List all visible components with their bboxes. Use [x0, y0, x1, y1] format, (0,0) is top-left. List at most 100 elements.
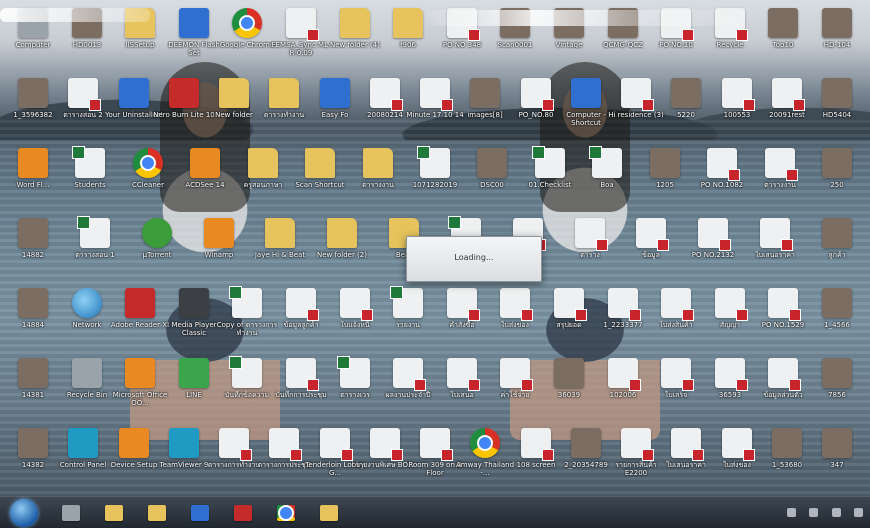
desktop-icon[interactable]: ใบเสนอราคา — [746, 218, 804, 282]
desktop-icon[interactable]: 14381 — [4, 358, 62, 422]
desktop-icon[interactable]: ลูกค้า — [808, 218, 866, 282]
desktop-icon-label: PO NO.1529 — [761, 321, 805, 329]
tray-icon[interactable] — [854, 508, 864, 517]
desktop-icon[interactable]: บันทึกข้อความ — [218, 356, 276, 422]
desktop-icon[interactable]: images[8] — [456, 78, 514, 142]
desktop-icon[interactable]: สรุปยอด — [540, 288, 598, 352]
start-button[interactable] — [10, 499, 38, 527]
desktop-icon[interactable]: PO NO.1082 — [693, 148, 751, 212]
desktop-icon[interactable]: New folder (2) — [313, 218, 371, 282]
desktop-icon[interactable]: 36039 — [540, 358, 598, 422]
desktop-icon[interactable]: ข้อมูลลูกค้า — [272, 288, 330, 352]
desktop-icon[interactable]: µTorrent — [128, 218, 186, 282]
desktop-icon[interactable]: Students — [61, 146, 119, 212]
desktop-icon[interactable]: HD5404 — [808, 78, 866, 142]
desktop-icon[interactable]: ครูสอนภาษา — [234, 148, 292, 212]
taskbar-folder-button[interactable] — [140, 501, 174, 524]
desktop-icon[interactable]: 250 — [808, 148, 866, 212]
desktop-icon[interactable]: New folder (4) — [326, 8, 384, 72]
desktop-icon[interactable]: DSC00 — [463, 148, 521, 212]
tray-icon[interactable] — [786, 508, 796, 517]
desktop-icon[interactable]: FEMSA_Sync ML-R-0.09 — [272, 8, 330, 72]
desktop-icon[interactable]: Jaye Hi & Beat — [251, 218, 309, 282]
desktop-icon-label: 36039 — [557, 391, 581, 399]
desktop-icon[interactable]: ตารางงาน — [751, 148, 809, 212]
desktop-icon[interactable]: ตารางสอน 1 — [66, 216, 124, 282]
desktop-icon[interactable]: 347 — [808, 428, 866, 492]
desktop-icon[interactable]: ข้อมูลส่วนตัว — [754, 358, 812, 422]
system-tray[interactable] — [780, 497, 870, 528]
desktop-icon[interactable]: Recycle Bin — [58, 358, 116, 422]
desktop-icon[interactable]: ค่าใช้จ่าย — [486, 358, 544, 422]
desktop-icon[interactable]: ตาราง — [561, 218, 619, 282]
desktop-icon[interactable]: Control Panel — [54, 428, 112, 492]
desktop-icon[interactable]: ข้อมูล — [622, 218, 680, 282]
desktop-icon[interactable]: 1_2233377 — [594, 288, 652, 352]
desktop-icon[interactable]: ใบส่งของ — [486, 288, 544, 352]
img-icon — [822, 218, 852, 248]
desktop-icon[interactable]: 102006 — [594, 358, 652, 422]
taskbar-adobe-button[interactable] — [226, 501, 260, 524]
desktop-icon[interactable]: ตารางทำงาน — [255, 78, 313, 142]
desktop-icon[interactable]: ตารางการประชุม — [255, 428, 313, 492]
desktop-icon[interactable]: ใบเสนอราคา — [657, 428, 715, 492]
screen-glare-2 — [0, 8, 150, 22]
doc-icon — [286, 358, 319, 391]
desktop-icon[interactable]: ใบเสนอ — [433, 358, 491, 422]
desktop-icon[interactable]: ตารางสอน 2 — [54, 78, 112, 142]
desktop-icon[interactable]: ใบเสร็จ — [647, 358, 705, 422]
desktop-icon[interactable]: Microsoft Office OO... — [111, 358, 169, 422]
desktop-icon[interactable]: CCleaner — [119, 148, 177, 212]
desktop-icon[interactable]: 01.Checklist — [521, 146, 579, 212]
desktop-icon[interactable]: PO NO.1529 — [754, 288, 812, 352]
desktop-icon[interactable]: คำสั่งซื้อ — [433, 288, 491, 352]
desktop-icon[interactable]: Boa — [578, 146, 636, 212]
adobe-icon — [234, 504, 252, 521]
desktop-icon[interactable]: Adobe Reader XI — [111, 288, 169, 352]
desktop-icon[interactable]: Word Fl... — [4, 148, 62, 212]
desktop-icon[interactable]: HD-104 — [808, 8, 866, 72]
desktop-icon[interactable]: PO NO.2132 — [684, 218, 742, 282]
orange-icon — [125, 358, 155, 388]
desktop-icon[interactable]: 1_4566 — [808, 288, 866, 352]
desktop-icon[interactable]: Amway Thailand -... — [456, 428, 514, 492]
desktop-icon[interactable]: ใบแจ้งหนี้ — [326, 288, 384, 352]
desktop-icon[interactable]: 36593 — [701, 358, 759, 422]
desktop-icon[interactable]: Winamp — [190, 218, 248, 282]
desktop-icon[interactable]: ตารางงาน — [349, 148, 407, 212]
desktop-icon[interactable]: รายงาน — [379, 286, 437, 352]
tray-icon[interactable] — [809, 508, 819, 517]
desktop-icon[interactable]: Top10 — [754, 8, 812, 72]
desktop-icon[interactable]: Scan Shortcut — [291, 148, 349, 212]
taskbar-explorer-button[interactable] — [97, 501, 131, 524]
desktop-icon[interactable]: 14882 — [4, 218, 62, 282]
desktop-icon[interactable]: Network — [58, 288, 116, 352]
desktop-icon[interactable]: Media Player Classic — [165, 288, 223, 352]
desktop-icon[interactable]: 1071282019 — [406, 146, 464, 212]
desktop-icon[interactable]: ACDSee 14 — [176, 148, 234, 212]
xls-icon — [532, 146, 565, 178]
taskbar-media-player-button[interactable] — [54, 501, 88, 524]
desktop-icon[interactable]: LINE — [165, 358, 223, 422]
desktop-icon[interactable]: 1205 — [636, 148, 694, 212]
desktop-icon[interactable]: 14884 — [4, 288, 62, 352]
desktop-icon[interactable]: DEEMON Flash Set — [165, 8, 223, 72]
doc-icon — [500, 358, 533, 391]
desktop-icon[interactable]: Copy of ตารางการทำงาน — [217, 286, 277, 352]
taskbar-chrome-button[interactable] — [269, 501, 303, 524]
desktop-icon[interactable]: 7856 — [808, 358, 866, 422]
desktop-icon[interactable]: 5220 — [657, 78, 715, 142]
desktop-icon-label: New folder (2) — [317, 251, 367, 259]
taskbar-folder-2-button[interactable] — [312, 501, 346, 524]
desktop-icon-label: PO NO.1082 — [700, 181, 744, 189]
chrome-icon — [232, 8, 262, 38]
taskbar-ie-button[interactable] — [183, 501, 217, 524]
desktop-icon[interactable]: บันทึกการประชุม — [272, 358, 330, 422]
desktop-icon[interactable]: สัญญา — [701, 288, 759, 352]
desktop-icon[interactable]: ใบส่งสินค้า — [647, 288, 705, 352]
desktop-icon[interactable]: ตารางเวร — [326, 356, 384, 422]
desktop-icon[interactable]: Google Chrome — [218, 8, 276, 72]
desktop-icon-label: 14381 — [21, 391, 45, 399]
tray-icon[interactable] — [831, 508, 841, 517]
desktop-icon[interactable]: ผลงานประจำปี — [379, 358, 437, 422]
